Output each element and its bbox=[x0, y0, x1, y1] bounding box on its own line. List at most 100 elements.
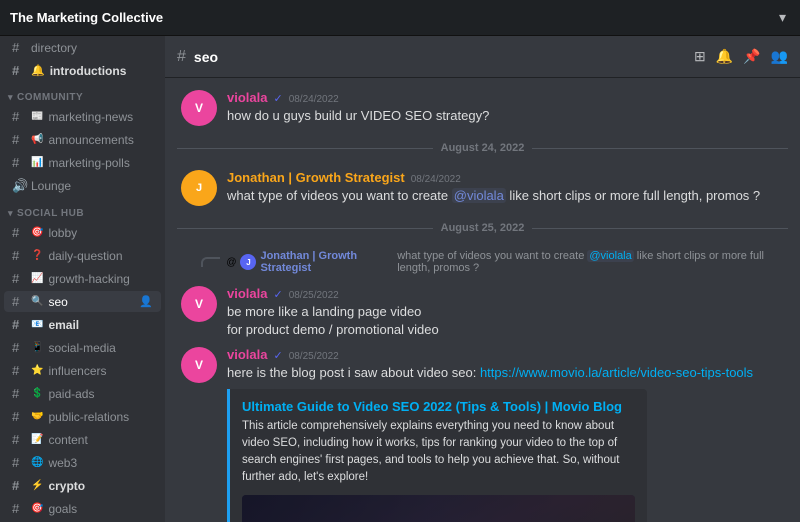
message-time: 08/25/2022 bbox=[289, 290, 339, 301]
speaker-icon: 🔊 bbox=[12, 178, 26, 194]
hash-icon: # bbox=[12, 317, 26, 332]
sidebar-item-paid-ads[interactable]: # 💲 paid-ads bbox=[4, 383, 161, 404]
mention[interactable]: @violala bbox=[452, 188, 506, 203]
main-layout: # directory # 🔔 introductions ▾ COMMUNIT… bbox=[0, 36, 800, 522]
message-header: Jonathan | Growth Strategist 08/24/2022 bbox=[227, 170, 784, 185]
sidebar-item-lounge[interactable]: 🔊 Lounge bbox=[4, 175, 161, 197]
sidebar-item-goals[interactable]: # 🎯 goals bbox=[4, 498, 161, 519]
laptop-image: Video SEO bbox=[242, 495, 635, 522]
sidebar-item-seo[interactable]: # 🔍 seo 👤 bbox=[4, 291, 161, 312]
sidebar-item-label: influencers bbox=[48, 364, 106, 378]
notification-icon[interactable]: 🔔 bbox=[716, 48, 733, 65]
date-divider: August 25, 2022 bbox=[177, 222, 788, 234]
message-author: violala bbox=[227, 90, 267, 105]
channel-emoji: 🔍 bbox=[31, 296, 43, 307]
sidebar-item-lobby[interactable]: # 🎯 lobby bbox=[4, 222, 161, 243]
avatar: J bbox=[181, 170, 217, 206]
message-text: how do u guys build ur VIDEO SEO strateg… bbox=[227, 107, 784, 125]
add-members-icon[interactable]: 👤 bbox=[139, 295, 153, 308]
message-row: V violala ✓ 08/25/2022 be more like a la… bbox=[181, 286, 784, 339]
members-icon[interactable]: 👥 bbox=[771, 48, 788, 65]
sidebar-item-label: directory bbox=[31, 41, 77, 55]
message-time: 08/24/2022 bbox=[411, 174, 461, 185]
sidebar-item-label: lobby bbox=[48, 226, 77, 240]
avatar: V bbox=[181, 286, 217, 322]
channel-header: # seo ⊞ 🔔 📌 👥 bbox=[165, 36, 800, 78]
divider-line bbox=[177, 148, 433, 149]
message-item: V violala ✓ 08/24/2022 how do u guys bui… bbox=[177, 88, 788, 128]
hash-icon: # bbox=[12, 155, 26, 170]
message-body: Jonathan | Growth Strategist 08/24/2022 … bbox=[227, 170, 784, 206]
sidebar-item-label: social-media bbox=[48, 341, 115, 355]
channel-emoji: 🌐 bbox=[31, 457, 43, 468]
sidebar-item-public-relations[interactable]: # 🤝 public-relations bbox=[4, 406, 161, 427]
sidebar-item-web3[interactable]: # 🌐 web3 bbox=[4, 452, 161, 473]
reply-avatar: J bbox=[240, 254, 256, 270]
message-time: 08/24/2022 bbox=[289, 94, 339, 105]
reply-line bbox=[201, 257, 220, 267]
channel-header-name: seo bbox=[194, 49, 218, 65]
sidebar-item-marketing-polls[interactable]: # 📊 marketing-polls bbox=[4, 152, 161, 173]
hash-icon: # bbox=[12, 271, 26, 286]
sidebar-item-social-media[interactable]: # 📱 social-media bbox=[4, 337, 161, 358]
hash-icon: # bbox=[12, 340, 26, 355]
sidebar-item-crypto[interactable]: # ⚡ crypto bbox=[4, 475, 161, 496]
channel-emoji: ⭐ bbox=[31, 365, 43, 376]
dropdown-icon[interactable]: ▾ bbox=[775, 9, 790, 26]
sidebar-item-directory[interactable]: # directory bbox=[4, 37, 161, 58]
message-text: here is the blog post i saw about video … bbox=[227, 364, 784, 382]
sidebar-item-introductions[interactable]: # 🔔 introductions bbox=[4, 60, 161, 81]
content-area: # seo ⊞ 🔔 📌 👥 V violala ✓ 08/24/2022 bbox=[165, 36, 800, 522]
blog-link[interactable]: https://www.movio.la/article/video-seo-t… bbox=[480, 365, 753, 380]
message-time: 08/25/2022 bbox=[289, 351, 339, 362]
sidebar-item-label: web3 bbox=[48, 456, 77, 470]
pin-icon[interactable]: 📌 bbox=[743, 48, 760, 65]
channel-emoji: 🎯 bbox=[31, 227, 43, 238]
sidebar-item-influencers[interactable]: # ⭐ influencers bbox=[4, 360, 161, 381]
sidebar-item-label: goals bbox=[48, 502, 77, 516]
message-header: violala ✓ 08/25/2022 bbox=[227, 286, 784, 301]
sidebar-item-email[interactable]: # 📧 email bbox=[4, 314, 161, 335]
message-author: violala bbox=[227, 347, 267, 362]
hash-icon: # bbox=[12, 501, 26, 516]
mention-at-icon: @ bbox=[226, 257, 236, 268]
link-embed: Ultimate Guide to Video SEO 2022 (Tips &… bbox=[227, 389, 647, 522]
text-before: here is the blog post i saw about video … bbox=[227, 365, 480, 380]
hash-icon: # bbox=[12, 132, 26, 147]
date-divider: August 24, 2022 bbox=[177, 142, 788, 154]
sidebar-item-announcements[interactable]: # 📢 announcements bbox=[4, 129, 161, 150]
date-label: August 24, 2022 bbox=[441, 142, 525, 154]
hash-icon: # bbox=[12, 225, 26, 240]
hashtag-icon[interactable]: ⊞ bbox=[694, 48, 706, 65]
sidebar-item-content[interactable]: # 📝 content bbox=[4, 429, 161, 450]
image-overlay bbox=[242, 495, 635, 522]
introductions-emoji: 🔔 bbox=[31, 64, 45, 77]
message-author: Jonathan | Growth Strategist bbox=[227, 170, 405, 185]
sidebar-item-marketing-news[interactable]: # 📰 marketing-news bbox=[4, 106, 161, 127]
section-arrow: ▾ bbox=[8, 208, 13, 219]
channel-emoji: 📢 bbox=[31, 134, 43, 145]
embed-title[interactable]: Ultimate Guide to Video SEO 2022 (Tips &… bbox=[242, 399, 635, 414]
hash-icon: # bbox=[12, 386, 26, 401]
channel-emoji: 📝 bbox=[31, 434, 43, 445]
sidebar-item-label: marketing-polls bbox=[48, 156, 129, 170]
sidebar-item-daily-question[interactable]: # ❓ daily-question bbox=[4, 245, 161, 266]
sidebar-item-label: growth-hacking bbox=[48, 272, 129, 286]
hash-icon: # bbox=[12, 478, 26, 493]
sidebar: # directory # 🔔 introductions ▾ COMMUNIT… bbox=[0, 36, 165, 522]
hash-icon: # bbox=[12, 363, 26, 378]
message-body: violala ✓ 08/25/2022 here is the blog po… bbox=[227, 347, 784, 522]
channel-emoji: 💲 bbox=[31, 388, 43, 399]
sidebar-item-label: introductions bbox=[50, 64, 127, 78]
text-before: what type of videos you want to create bbox=[227, 188, 452, 203]
section-label-text: COMMUNITY bbox=[17, 92, 83, 103]
hash-icon: # bbox=[12, 409, 26, 424]
sidebar-item-growth-hacking[interactable]: # 📈 growth-hacking bbox=[4, 268, 161, 289]
avatar: V bbox=[181, 347, 217, 383]
channel-emoji: 📧 bbox=[31, 319, 43, 330]
verified-badge: ✓ bbox=[273, 288, 282, 301]
message-body: violala ✓ 08/25/2022 be more like a land… bbox=[227, 286, 784, 339]
reply-info: @ J Jonathan | Growth Strategist what ty… bbox=[226, 250, 784, 274]
channel-emoji: 📊 bbox=[31, 157, 43, 168]
server-name[interactable]: The Marketing Collective bbox=[10, 10, 767, 25]
